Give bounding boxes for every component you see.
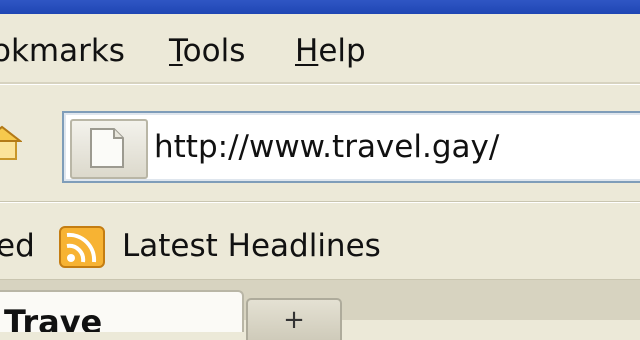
tab-strip: Trave + xyxy=(0,280,640,340)
address-input[interactable]: http://www.travel.gay/ xyxy=(154,125,499,169)
menu-help-mnemonic: H xyxy=(295,33,319,69)
address-bar[interactable]: http://www.travel.gay/ xyxy=(62,111,640,183)
menu-help-label: elp xyxy=(318,33,366,69)
menu-tools[interactable]: Tools xyxy=(169,32,245,70)
tab-active-label: Trave xyxy=(4,303,103,332)
bookmarks-toolbar: ed Latest Headlines xyxy=(0,202,640,281)
new-tab-button[interactable]: + xyxy=(246,298,342,340)
latest-headlines-label: Latest Headlines xyxy=(122,228,381,264)
menu-bookmarks-label: okmarks xyxy=(0,33,125,69)
bookmark-item-cutoff[interactable]: ed xyxy=(0,227,35,265)
menu-bookmarks[interactable]: okmarks xyxy=(0,32,125,70)
site-identity-button[interactable] xyxy=(70,119,148,179)
titlebar-title-fragment xyxy=(230,0,480,8)
menu-tools-label: ools xyxy=(182,33,246,69)
rss-feed-icon xyxy=(59,226,105,268)
menu-tools-mnemonic: T xyxy=(169,33,183,69)
tab-active[interactable]: Trave xyxy=(0,290,244,332)
home-icon[interactable] xyxy=(0,123,22,163)
menu-bar: okmarks Tools Help xyxy=(0,14,640,84)
menu-help[interactable]: Help xyxy=(295,32,366,70)
plus-icon: + xyxy=(283,305,305,335)
navigation-toolbar: http://www.travel.gay/ xyxy=(0,84,640,203)
window-titlebar xyxy=(0,0,640,15)
page-icon xyxy=(90,128,124,168)
